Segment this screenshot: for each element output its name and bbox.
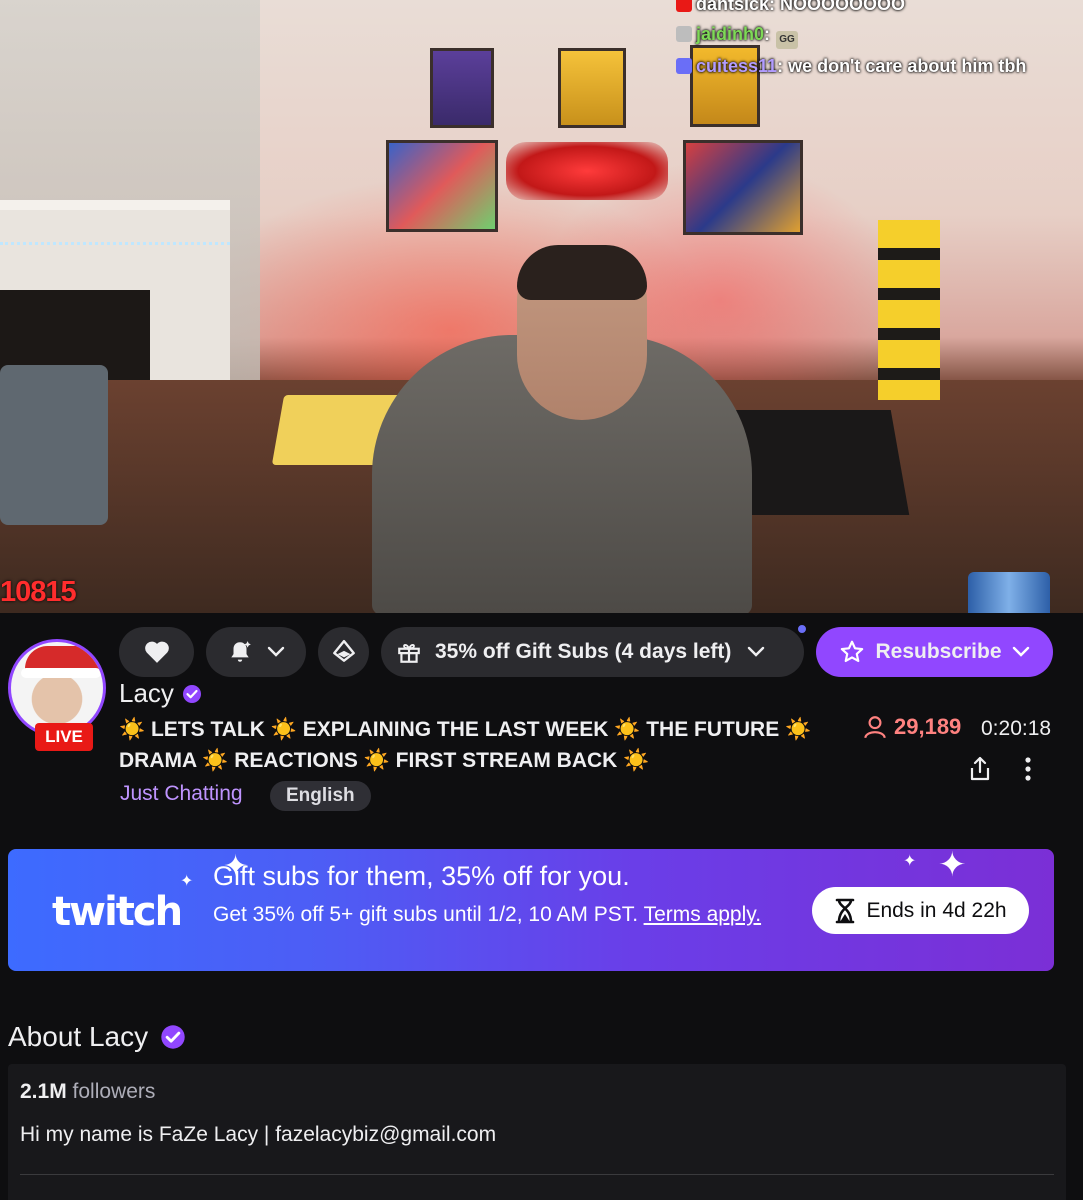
resubscribe-label: Resubscribe bbox=[875, 640, 1002, 663]
chat-text: NOOOOOOOO bbox=[780, 0, 906, 14]
sparkle-icon: ✦ bbox=[180, 873, 194, 890]
followers-count-value: 2.1M bbox=[20, 1080, 67, 1103]
hourglass-icon bbox=[836, 898, 855, 923]
chat-badge-icon bbox=[676, 0, 692, 12]
category-link[interactable]: Just Chatting bbox=[120, 782, 243, 806]
about-panel: 2.1M followers Hi my name is FaZe Lacy |… bbox=[8, 1064, 1066, 1200]
video-scene-jersey bbox=[430, 48, 494, 128]
sparkle-icon: ✦ bbox=[938, 849, 967, 884]
bell-icon bbox=[231, 641, 251, 662]
divider bbox=[20, 1174, 1054, 1175]
gift-icon bbox=[398, 644, 420, 663]
chevron-down-icon bbox=[267, 646, 285, 657]
sparkle-icon: ✦ bbox=[903, 853, 917, 870]
video-scene-sofa bbox=[0, 365, 108, 525]
viewer-count: 29,189 bbox=[862, 714, 961, 740]
notification-dot bbox=[796, 623, 808, 635]
about-heading-text: About Lacy bbox=[8, 1021, 149, 1052]
gg-emote-icon: GG bbox=[776, 31, 799, 49]
video-scene-streamer bbox=[372, 245, 752, 613]
video-scene-can bbox=[968, 572, 1050, 613]
chat-username: cuitess11 bbox=[696, 56, 778, 76]
chevron-down-icon bbox=[1012, 646, 1029, 657]
more-vertical-icon bbox=[1025, 757, 1031, 781]
gift-subs-label: 35% off Gift Subs (4 days left) bbox=[435, 640, 732, 663]
channel-avatar[interactable]: LIVE bbox=[8, 639, 108, 751]
chevron-down-icon bbox=[748, 646, 765, 657]
channel-name-text[interactable]: Lacy bbox=[119, 678, 174, 709]
chat-message: cuitess11: we don't care about him tbh bbox=[676, 52, 1066, 80]
chat-message: jaidinh0: GG bbox=[676, 24, 799, 49]
notifications-button[interactable] bbox=[206, 627, 306, 677]
promo-ends-pill: Ends in 4d 22h bbox=[812, 887, 1029, 934]
share-button[interactable] bbox=[963, 752, 997, 786]
resubscribe-button[interactable]: Resubscribe bbox=[816, 627, 1053, 677]
video-scene-artwork bbox=[386, 140, 498, 232]
chat-username: dantsick bbox=[696, 0, 770, 14]
video-scene-artwork bbox=[683, 140, 803, 235]
promo-description: Get 35% off 5+ gift subs until 1/2, 10 A… bbox=[213, 899, 783, 930]
gift-sub-promo-banner: twitch ✦ ✦ ✦ ✦ Gift subs for them, 35% o… bbox=[8, 849, 1054, 971]
santa-hat-band bbox=[21, 668, 101, 678]
viewer-count-value: 29,189 bbox=[894, 714, 962, 739]
share-icon bbox=[970, 756, 990, 781]
chat-username: jaidinh0 bbox=[696, 24, 765, 44]
channel-bio: Hi my name is FaZe Lacy | fazelacybiz@gm… bbox=[20, 1123, 497, 1146]
about-heading: About Lacy bbox=[8, 1021, 186, 1053]
video-scene-neon-sign bbox=[506, 142, 668, 200]
followers-count: 2.1M followers bbox=[20, 1080, 155, 1104]
video-scene-jersey bbox=[558, 48, 626, 128]
follow-button[interactable] bbox=[119, 627, 194, 677]
more-options-button[interactable] bbox=[1012, 752, 1044, 786]
followers-label: followers bbox=[72, 1080, 156, 1103]
gift-subs-button[interactable]: 35% off Gift Subs (4 days left) bbox=[381, 623, 808, 677]
chat-text: we don't care about him tbh bbox=[788, 56, 1027, 76]
heart-icon bbox=[144, 641, 169, 663]
viewers-icon bbox=[864, 716, 886, 739]
promo-description-text: Get 35% off 5+ gift subs until 1/2, 10 A… bbox=[213, 903, 639, 926]
verified-icon bbox=[161, 1025, 185, 1049]
chat-badge-icon bbox=[676, 58, 692, 74]
video-scene-lights bbox=[0, 242, 230, 245]
stream-title: ☀️ LETS TALK ☀️ EXPLAINING THE LAST WEEK… bbox=[119, 718, 812, 772]
stream-overlay-id: 10815 bbox=[0, 576, 77, 608]
twitch-logo: twitch bbox=[52, 889, 183, 935]
promo-ends-label: Ends in 4d 22h bbox=[866, 898, 1007, 922]
verified-icon bbox=[182, 684, 201, 703]
chat-badge-icon bbox=[676, 26, 692, 42]
chat-message: dantsick: NOOOOOOOO bbox=[676, 0, 905, 15]
star-icon bbox=[841, 640, 864, 663]
video-player[interactable]: 10815 dantsick: NOOOOOOOO jaidinh0: GG cu… bbox=[0, 0, 1083, 613]
bits-icon bbox=[332, 639, 355, 662]
live-badge: LIVE bbox=[35, 723, 93, 751]
language-tag[interactable]: English bbox=[270, 781, 371, 811]
video-scene-pillar bbox=[878, 220, 940, 400]
channel-name[interactable]: Lacy bbox=[119, 678, 202, 709]
bits-button[interactable] bbox=[318, 627, 369, 677]
terms-link[interactable]: Terms apply. bbox=[644, 903, 761, 926]
stream-uptime: 0:20:18 bbox=[981, 717, 1052, 740]
promo-headline: Gift subs for them, 35% off for you. bbox=[213, 861, 630, 891]
